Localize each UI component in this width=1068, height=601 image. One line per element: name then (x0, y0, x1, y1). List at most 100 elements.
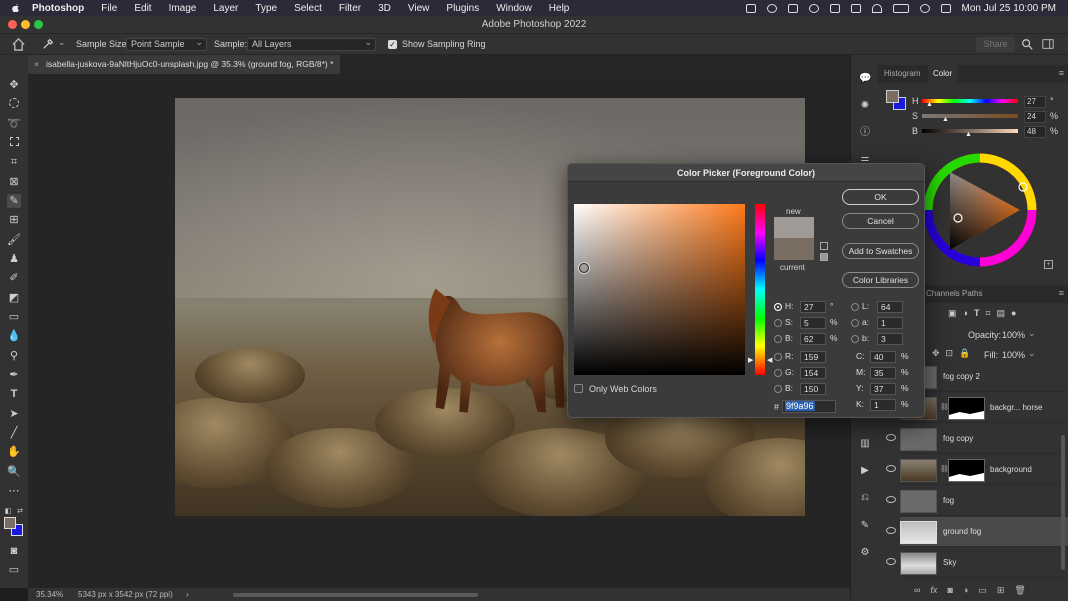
black-field[interactable]: 1 (870, 399, 896, 411)
screen-record-icon[interactable] (745, 3, 756, 13)
filter-toggle-icon[interactable]: ● (1011, 308, 1016, 320)
only-web-colors-label[interactable]: Only Web Colors (589, 384, 657, 394)
hue-slider[interactable] (922, 99, 1018, 103)
mask-link-icon[interactable]: ⛓ (940, 465, 949, 473)
fill-field[interactable]: 100% (1002, 350, 1025, 360)
info-icon[interactable]: ⓘ (859, 127, 871, 139)
lab-l-radio[interactable] (851, 303, 859, 311)
brightness-field[interactable]: 62 (800, 333, 826, 345)
zoom-window-button[interactable] (34, 20, 43, 29)
layer-mask-thumbnail[interactable] (948, 397, 985, 420)
layer-thumbnail[interactable] (900, 428, 937, 451)
visibility-eye-icon[interactable] (886, 465, 896, 472)
menu-edit[interactable]: Edit (134, 3, 151, 14)
lab-a-radio[interactable] (851, 319, 859, 327)
tab-color[interactable]: Color (928, 65, 958, 83)
saturation-slider[interactable] (922, 114, 1018, 118)
menu-app-name[interactable]: Photoshop (32, 3, 84, 14)
layer-name[interactable]: fog (943, 496, 954, 505)
horizontal-scrollbar[interactable] (233, 593, 478, 597)
layer-name[interactable]: backgr... horse (990, 403, 1042, 412)
menu-3d[interactable]: 3D (378, 3, 391, 14)
lasso-tool-icon[interactable]: ➰ (7, 117, 21, 131)
actions-icon[interactable]: ▶ (859, 465, 871, 477)
pen-tool-icon[interactable]: ✒ (7, 368, 21, 382)
close-window-button[interactable] (8, 20, 17, 29)
menu-layer[interactable]: Layer (213, 3, 238, 14)
layer-name[interactable]: fog copy (943, 434, 973, 443)
lock-position-icon[interactable]: ✥ (932, 348, 940, 359)
magenta-field[interactable]: 35 (870, 367, 896, 379)
comments-icon[interactable]: 💬 (859, 73, 871, 85)
hex-field[interactable]: 9f9a96 (782, 400, 836, 413)
new-group-icon[interactable]: ▭ (978, 585, 987, 596)
layer-name[interactable]: ground fog (943, 527, 981, 536)
minimize-window-button[interactable] (21, 20, 30, 29)
panel-menu-icon[interactable]: ≡ (1059, 68, 1064, 78)
blue-field[interactable]: 150 (800, 383, 826, 395)
color-libraries-button[interactable]: Color Libraries (842, 272, 919, 288)
mask-link-icon[interactable]: ⛓ (940, 403, 949, 411)
menu-type[interactable]: Type (255, 3, 277, 14)
saturation-radio[interactable] (774, 319, 782, 327)
sample-size-select[interactable]: Point Sample (126, 37, 207, 51)
more-tools-icon[interactable]: ⋯ (7, 484, 21, 498)
fill-chevron-icon[interactable]: ⌄ (1028, 348, 1036, 359)
type-tool-icon[interactable]: T (7, 387, 21, 401)
yellow-field[interactable]: 37 (870, 383, 896, 395)
layer-thumbnail[interactable] (900, 521, 937, 544)
menu-image[interactable]: Image (169, 3, 197, 14)
share-button[interactable]: Share (976, 37, 1015, 52)
apple-icon[interactable] (10, 3, 22, 13)
layer-style-icon[interactable]: fx (930, 585, 937, 596)
document-tab[interactable]: × isabella-juskova-9aNltHjuOc0-unsplash.… (28, 55, 340, 74)
menu-view[interactable]: View (408, 3, 430, 14)
brush-tool-icon[interactable]: 🖌 (7, 233, 21, 247)
dropbox-icon[interactable] (787, 3, 798, 13)
saturation-brightness-field[interactable] (574, 204, 745, 375)
layer-row[interactable]: Sky (886, 548, 1068, 578)
lock-all-icon[interactable]: 🔒 (959, 348, 970, 359)
ok-button[interactable]: OK (842, 189, 919, 205)
hand-tool-icon[interactable]: ✋ (7, 445, 21, 459)
screen-mode-icon[interactable]: ▭ (7, 563, 21, 577)
adjustment-layer-icon[interactable]: ◑ (963, 585, 968, 596)
color-field-cursor[interactable] (579, 263, 589, 273)
quick-mask-icon[interactable]: ◙ (7, 544, 21, 558)
status-chevron-icon[interactable]: › (186, 588, 189, 601)
libraries-icon[interactable]: ▥ (859, 438, 871, 450)
tab-histogram[interactable]: Histogram (884, 65, 920, 83)
opacity-field[interactable]: 100% (1002, 330, 1025, 340)
layer-row[interactable]: ⛓ background (886, 455, 1068, 485)
move-tool-icon[interactable]: ✥ (7, 78, 21, 92)
saturation-slider-thumb[interactable]: ▲ (942, 116, 949, 123)
zoom-tool-icon[interactable]: 🔍 (7, 465, 21, 479)
tab-paths[interactable]: Paths (962, 285, 982, 303)
opacity-chevron-icon[interactable]: ⌄ (1028, 328, 1036, 339)
marquee-tool-icon[interactable] (7, 98, 21, 112)
default-colors-icon[interactable]: ◧ (4, 505, 12, 515)
lab-l-field[interactable]: 64 (877, 301, 903, 313)
hue-value-field[interactable]: 27 (1024, 96, 1046, 108)
current-color-swatch[interactable] (774, 238, 814, 260)
lab-b-radio[interactable] (851, 335, 859, 343)
eyedropper-tool-preset-icon[interactable] (42, 38, 54, 50)
hue-slider-right-arrow[interactable]: ◀ (767, 356, 772, 364)
history-icon[interactable]: ⎌ (859, 492, 871, 504)
zoom-level[interactable]: 35.34% (36, 588, 63, 601)
battery-icon[interactable] (892, 3, 909, 13)
layer-row[interactable]: fog (886, 486, 1068, 516)
menu-plugins[interactable]: Plugins (446, 3, 479, 14)
frame-tool-icon[interactable]: ⊠ (7, 175, 21, 189)
red-radio[interactable] (774, 353, 782, 361)
layer-mask-thumbnail[interactable] (948, 459, 985, 482)
eyedropper-tool-icon[interactable]: ✎ (7, 194, 21, 208)
learn-icon[interactable]: ✺ (859, 100, 871, 112)
layer-thumbnail[interactable] (900, 552, 937, 575)
saturation-field[interactable]: 5 (800, 317, 826, 329)
menu-file[interactable]: File (101, 3, 117, 14)
color-wheel[interactable] (920, 150, 1040, 270)
hue-slider-thumb[interactable]: ▲ (926, 101, 933, 108)
shape-filter-icon[interactable]: ⌗ (985, 308, 990, 320)
only-web-colors-checkbox[interactable] (574, 384, 583, 393)
